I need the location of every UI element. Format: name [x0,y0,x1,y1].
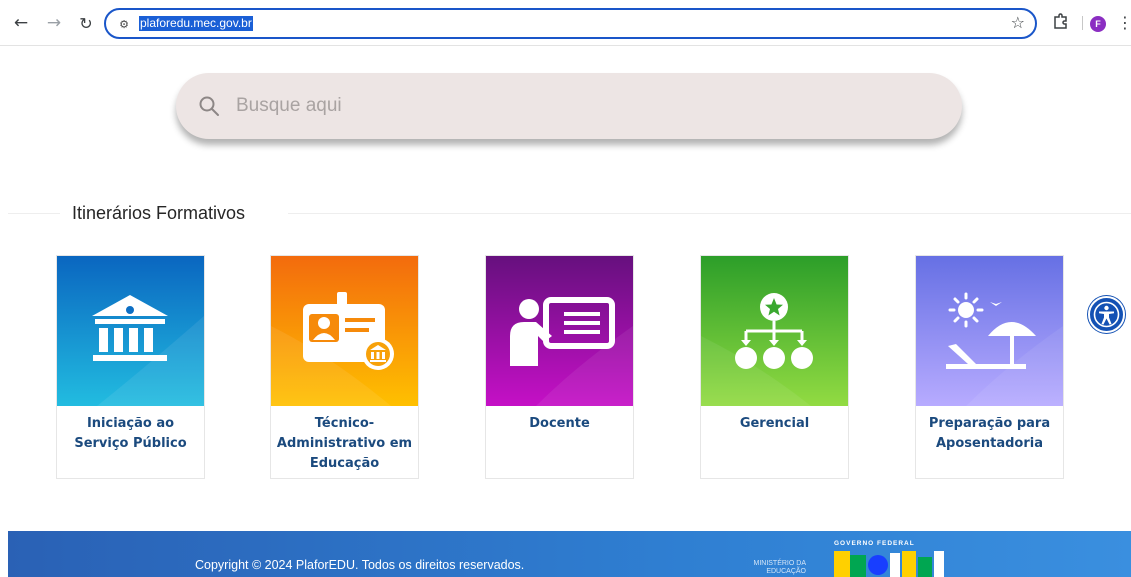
site-info-icon[interactable]: ⚙ [116,16,132,32]
address-bar[interactable]: ⚙ plaforedu.mec.gov.br ☆ [104,8,1037,39]
card-image [57,256,204,406]
back-arrow-icon[interactable]: ← [11,13,31,33]
section-divider-right [288,213,1131,214]
card-iniciacao[interactable]: Iniciação ao Serviço Público [56,255,205,479]
card-image [701,256,848,406]
browser-toolbar: ← → ↻ ⚙ plaforedu.mec.gov.br ☆ F ⋮ [0,0,1131,46]
search-input[interactable] [236,90,926,122]
reload-icon[interactable]: ↻ [76,13,96,33]
url-text[interactable]: plaforedu.mec.gov.br [139,16,253,31]
ministry-label: MINISTÉRIO DA EDUCAÇÃO [753,560,806,575]
card-docente[interactable]: Docente [485,255,634,479]
profile-avatar[interactable]: F [1090,16,1106,32]
gov-federal-label: GOVERNO FEDERAL [834,540,915,547]
footer: Copyright © 2024 PlaforEDU. Todos os dir… [8,531,1131,577]
hierarchy-icon [701,256,848,406]
search-bar[interactable] [176,73,962,139]
browser-menu-icon[interactable]: ⋮ [1117,13,1131,32]
teacher-board-icon [486,256,633,406]
card-preparacao-aposentadoria[interactable]: Preparação para Aposentadoria [915,255,1064,479]
card-image [271,256,418,406]
brasil-logo[interactable] [834,551,944,577]
card-image [916,256,1063,406]
section-title: Itinerários Formativos [72,203,246,223]
forward-arrow-icon[interactable]: → [44,13,64,33]
card-label: Docente [529,416,590,431]
card-label: Gerencial [739,416,810,431]
card-tecnico-administrativo[interactable]: Técnico-Administrativo em Educação [270,255,419,479]
bookmark-star-icon[interactable]: ☆ [1011,13,1025,32]
card-label: Preparação para Aposentadoria [928,416,1051,451]
copyright-text: Copyright © 2024 PlaforEDU. Todos os dir… [195,558,525,572]
beach-umbrella-icon [916,256,1063,406]
card-label: Iniciação ao Serviço Público [74,416,187,451]
accessibility-icon [1093,301,1120,328]
accessibility-button[interactable] [1088,296,1125,333]
government-building-icon [57,256,204,406]
section-divider-left [8,213,60,214]
card-label: Técnico-Administrativo em Educação [276,416,413,471]
search-icon [199,96,219,116]
card-gerencial[interactable]: Gerencial [700,255,849,479]
toolbar-separator [1082,16,1083,30]
card-image [486,256,633,406]
id-badge-icon [271,256,418,406]
extensions-icon[interactable] [1052,12,1072,32]
